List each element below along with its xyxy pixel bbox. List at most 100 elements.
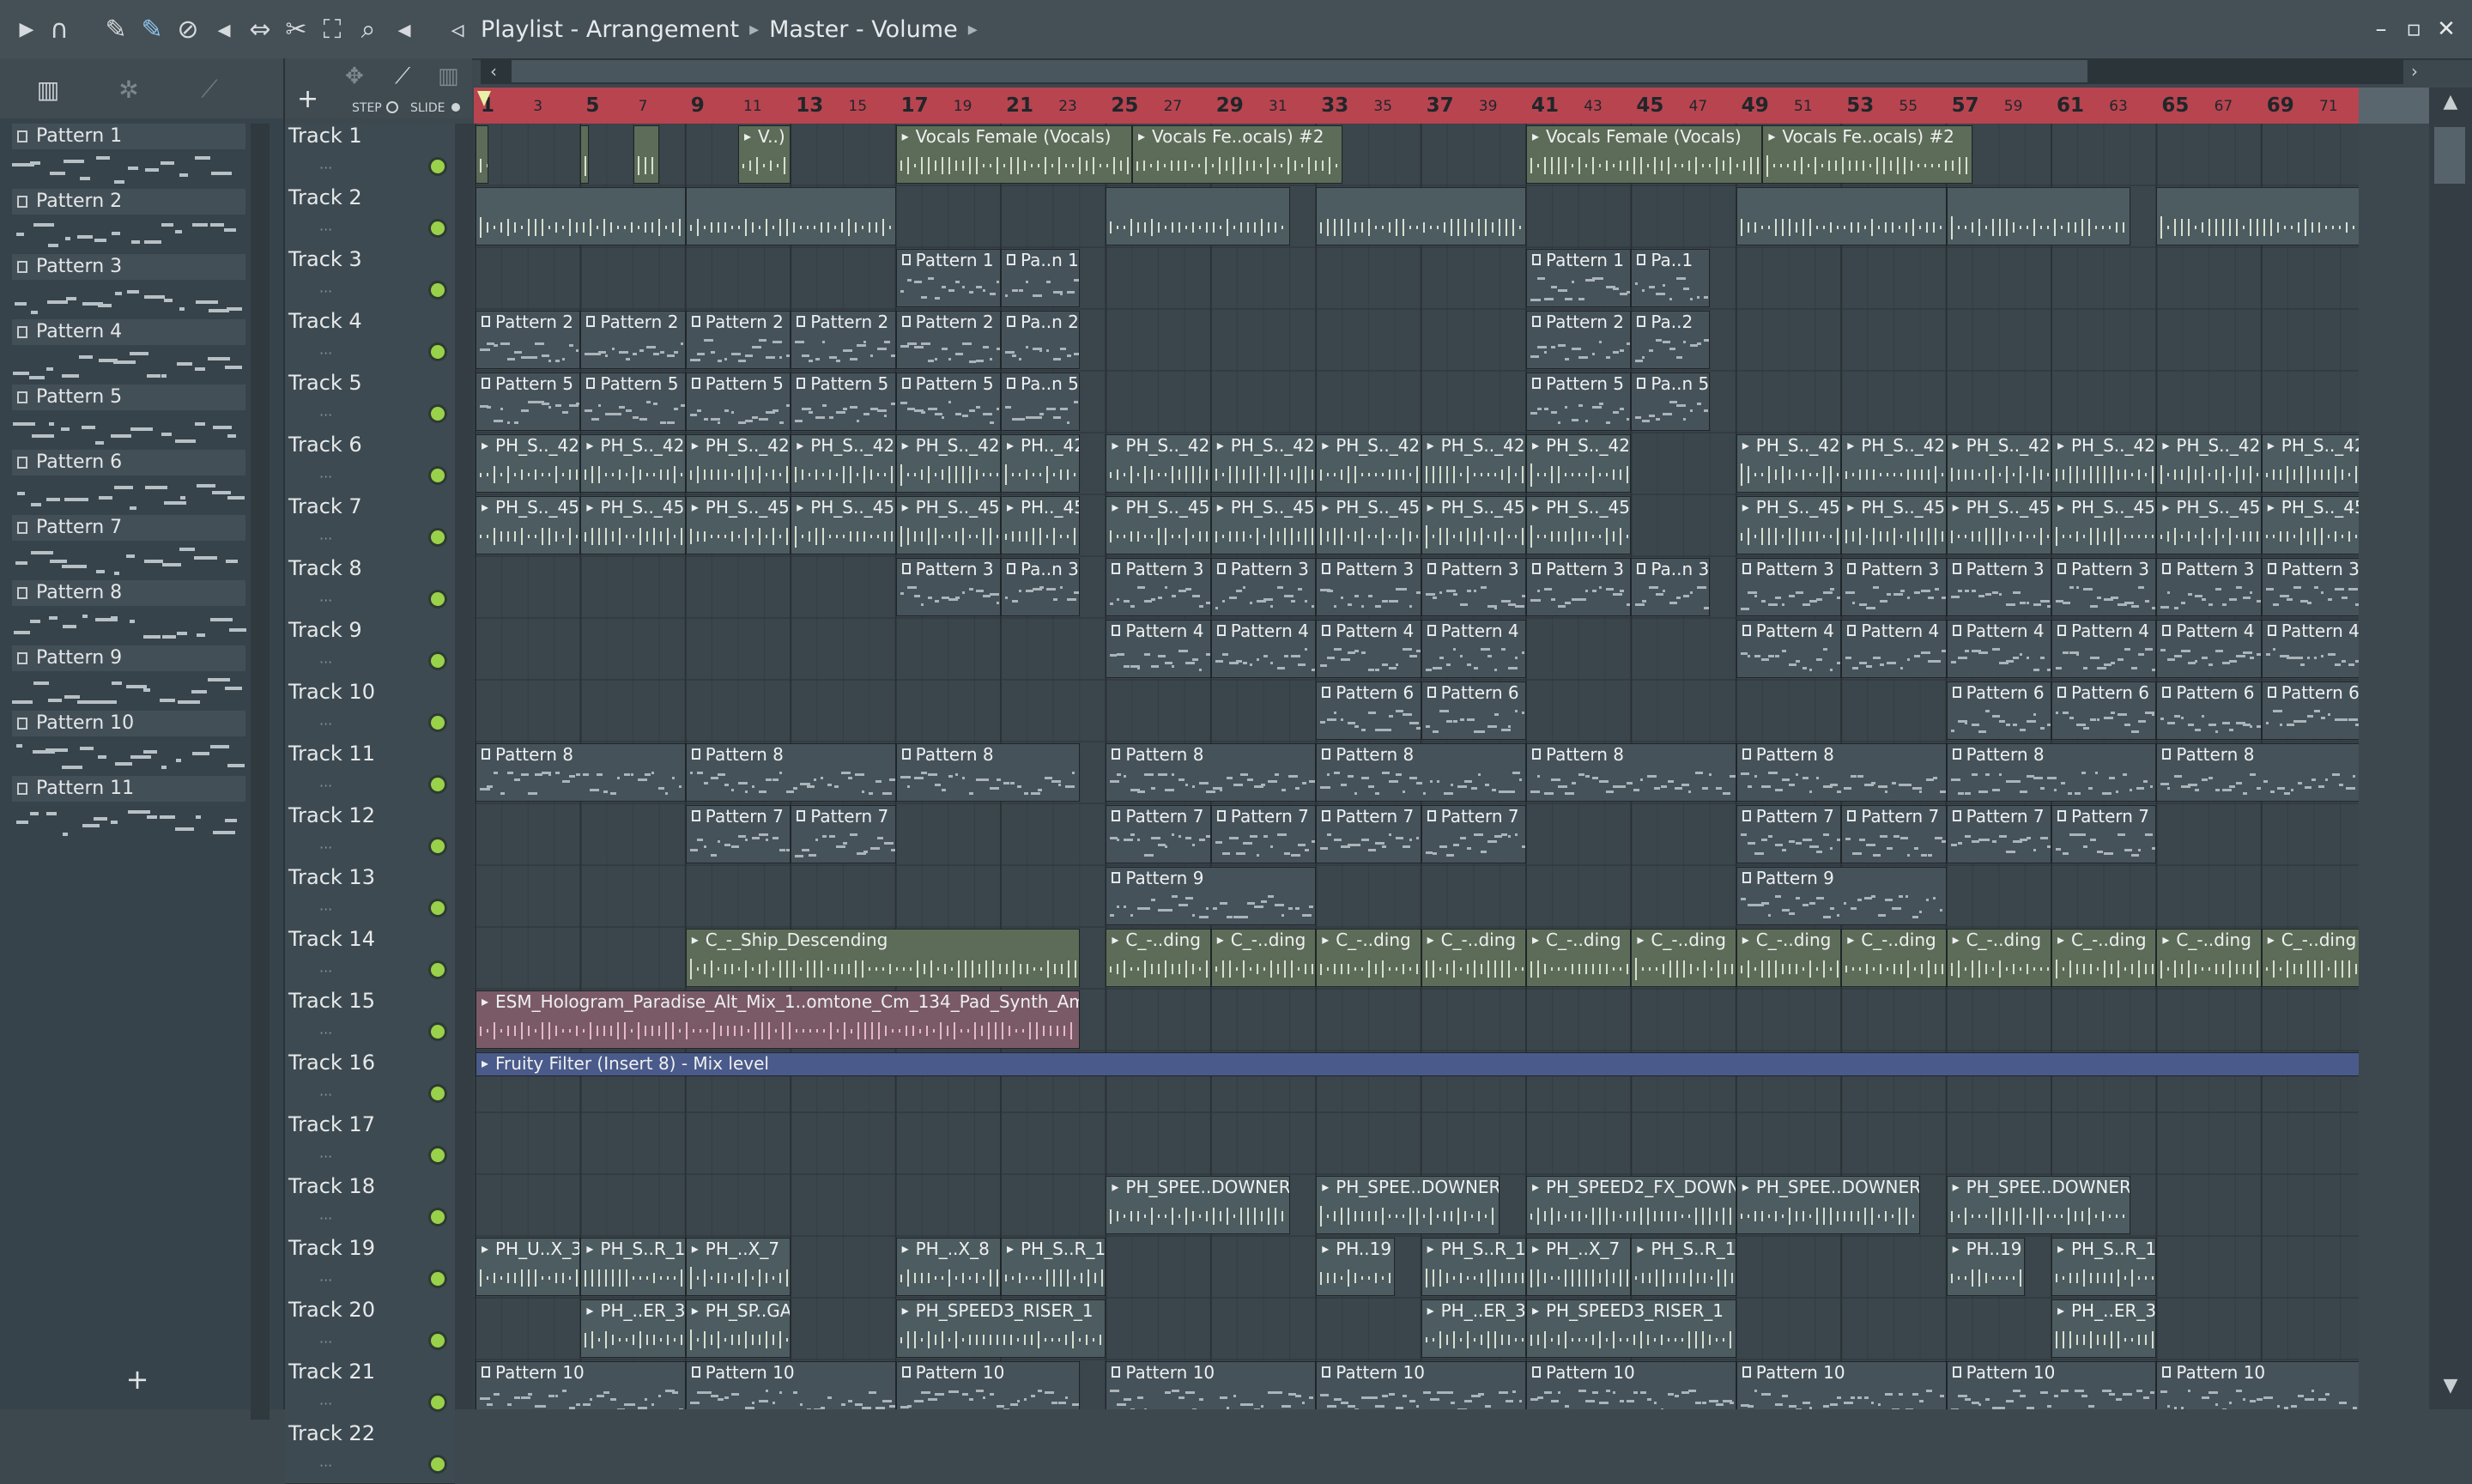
step-toggle[interactable] xyxy=(386,101,398,113)
audio-clip[interactable]: PH_S.._42 xyxy=(791,434,896,493)
track-mute-led[interactable] xyxy=(431,901,445,915)
audio-clip[interactable]: PH_S.._42 xyxy=(2156,434,2262,493)
mute-icon[interactable]: ◂ xyxy=(208,12,240,46)
audio-clip[interactable]: PH_SPEED2_FX_DOWNER_3 xyxy=(1526,1176,1736,1234)
pattern-clip[interactable]: Pattern 2 xyxy=(685,311,791,369)
pattern-clip[interactable]: Pattern 3 xyxy=(1106,558,1211,616)
audio-clip[interactable]: PH_S.._42 xyxy=(1210,434,1317,493)
pattern-clip[interactable]: Pattern 3 xyxy=(2051,558,2157,616)
pattern-clip[interactable]: Pattern 4 xyxy=(1316,620,1421,678)
audio-clip[interactable]: PH_S.._45 xyxy=(2156,496,2262,554)
audio-clip[interactable]: PH_S.._45 xyxy=(1316,496,1421,554)
audio-clip[interactable] xyxy=(1736,187,1947,245)
track-header[interactable]: Track 2 ··· xyxy=(285,185,455,248)
pattern-item[interactable]: Pattern 11 xyxy=(12,776,245,841)
pattern-clip[interactable]: Pattern 3 xyxy=(1210,558,1317,616)
track-header[interactable]: Track 21 ··· xyxy=(285,1360,455,1422)
delete-icon[interactable]: ⊘ xyxy=(172,12,204,46)
audio-clip[interactable]: PH_S.._45 xyxy=(791,496,896,554)
audio-clip[interactable]: C_-..ding xyxy=(1841,929,1947,987)
track-mute-led[interactable] xyxy=(431,160,445,173)
pattern-clip[interactable]: Pattern 5 xyxy=(1526,373,1632,431)
zoom-icon[interactable]: ⌕ xyxy=(352,12,385,46)
track-mute-led[interactable] xyxy=(431,778,445,791)
pattern-clip[interactable]: Pattern 4 xyxy=(1421,620,1526,678)
track-mute-led[interactable] xyxy=(431,1087,445,1100)
audio-clip[interactable]: Vocals Fe..ocals) #2 xyxy=(1132,125,1342,184)
pattern-clip[interactable]: Pa..2 xyxy=(1631,311,1711,369)
pattern-clip[interactable]: Pattern 6 xyxy=(1421,681,1526,740)
arrow-menu-icon[interactable]: ▶ xyxy=(10,12,43,46)
pattern-clip[interactable]: Pattern 10 xyxy=(1106,1361,1317,1409)
track-header[interactable]: Track 15 ··· xyxy=(285,989,455,1051)
pattern-clip[interactable]: Pattern 10 xyxy=(1736,1361,1947,1409)
track-header[interactable]: Track 8 ··· xyxy=(285,556,455,619)
audio-clip[interactable]: PH_S.._45 xyxy=(1946,496,2051,554)
audio-clip[interactable] xyxy=(1316,187,1526,245)
maximize-icon[interactable]: ▫ xyxy=(2398,12,2429,46)
pattern-clip[interactable]: Pattern 4 xyxy=(1946,620,2051,678)
pattern-clip[interactable]: Pattern 7 xyxy=(791,805,896,863)
track-grip-icon[interactable]: ··· xyxy=(319,716,332,732)
track-header[interactable]: Track 6 ··· xyxy=(285,433,455,495)
pattern-clip[interactable]: Pattern 8 xyxy=(476,743,686,802)
track-grip-icon[interactable]: ··· xyxy=(319,778,332,794)
track-mute-led[interactable] xyxy=(431,654,445,668)
scroll-up-icon[interactable]: ▲ xyxy=(2436,91,2465,117)
audio-clip[interactable]: PH_S.._42 xyxy=(1946,434,2051,493)
audio-clip[interactable]: PH_S.._45 xyxy=(1736,496,1842,554)
pattern-clip[interactable]: Pattern 3 xyxy=(1316,558,1421,616)
track-grip-icon[interactable]: ··· xyxy=(319,345,332,361)
grid-icon[interactable]: ▥ xyxy=(438,64,459,89)
track-mute-led[interactable] xyxy=(431,1396,445,1409)
pattern-clip[interactable]: Pattern 4 xyxy=(2261,620,2359,678)
track-grip-icon[interactable]: ··· xyxy=(319,901,332,918)
pattern-clip[interactable]: Pattern 8 xyxy=(1106,743,1317,802)
pattern-item[interactable]: Pattern 2 xyxy=(12,189,245,254)
audio-clip[interactable]: PH_SPEED3_RISER_1 xyxy=(895,1299,1106,1358)
pattern-clip[interactable]: Pa..n 5 xyxy=(1631,373,1711,431)
pattern-clip[interactable]: Pattern 1 xyxy=(895,249,1001,307)
pattern-clip[interactable]: Pattern 10 xyxy=(1526,1361,1736,1409)
pattern-item[interactable]: Pattern 9 xyxy=(12,645,245,711)
track-mute-led[interactable] xyxy=(431,592,445,606)
pattern-clip[interactable]: Pattern 3 xyxy=(895,558,1001,616)
pattern-clip[interactable]: Pattern 3 xyxy=(1421,558,1526,616)
track-header[interactable]: Track 20 ··· xyxy=(285,1298,455,1360)
vertical-scroll-thumb[interactable] xyxy=(2434,127,2465,184)
track-grip-icon[interactable]: ··· xyxy=(319,283,332,300)
audio-clip[interactable] xyxy=(476,187,686,245)
pattern-item[interactable]: Pattern 5 xyxy=(12,385,245,450)
track-mute-led[interactable] xyxy=(431,1148,445,1162)
audio-clip[interactable]: PH_S.._45 xyxy=(2051,496,2157,554)
pattern-clip[interactable]: Pattern 5 xyxy=(685,373,791,431)
track-header[interactable]: Track 12 ··· xyxy=(285,803,455,866)
pencil-icon[interactable]: ✎ xyxy=(100,12,132,46)
audio-clip[interactable]: PH_S..R_1 xyxy=(580,1238,686,1296)
pattern-clip[interactable]: Pattern 8 xyxy=(1946,743,2157,802)
audio-clip[interactable]: Vocals Fe..ocals) #2 xyxy=(1762,125,1973,184)
pattern-clip[interactable]: Pattern 5 xyxy=(580,373,686,431)
audio-clip[interactable]: PH_S.._45 xyxy=(895,496,1001,554)
audio-clip[interactable]: PH_S.._45 xyxy=(580,496,686,554)
audio-clip[interactable]: C_-..ding xyxy=(1736,929,1842,987)
track-mute-led[interactable] xyxy=(431,1334,445,1348)
speaker-icon[interactable]: ◃ xyxy=(441,12,474,46)
track-mute-led[interactable] xyxy=(431,1457,445,1471)
breadcrumb-target[interactable]: Master - Volume xyxy=(769,16,958,43)
pattern-item[interactable]: Pattern 6 xyxy=(12,450,245,515)
track-mute-led[interactable] xyxy=(431,1210,445,1224)
audio-clip[interactable]: PH_S.._42 xyxy=(580,434,686,493)
scroll-left-icon[interactable]: ‹ xyxy=(481,58,506,84)
audio-clip[interactable]: PH_S.._45 xyxy=(685,496,791,554)
audio-clip[interactable]: PH_..ER_3 xyxy=(2051,1299,2157,1358)
track-mute-led[interactable] xyxy=(431,1272,445,1286)
audio-clip[interactable]: PH_S.._45 xyxy=(1526,496,1632,554)
pattern-clip[interactable]: Pa..n 1 xyxy=(1001,249,1080,307)
audio-clip[interactable]: PH_S..R_1 xyxy=(1631,1238,1736,1296)
track-header[interactable]: Track 3 ··· xyxy=(285,247,455,310)
audio-clip[interactable]: PH_S.._42 xyxy=(476,434,581,493)
track-grip-icon[interactable]: ··· xyxy=(319,530,332,547)
track-grip-icon[interactable]: ··· xyxy=(319,221,332,238)
audio-clip[interactable]: ESM_Hologram_Paradise_Alt_Mix_1..omtone_… xyxy=(476,990,1080,1049)
